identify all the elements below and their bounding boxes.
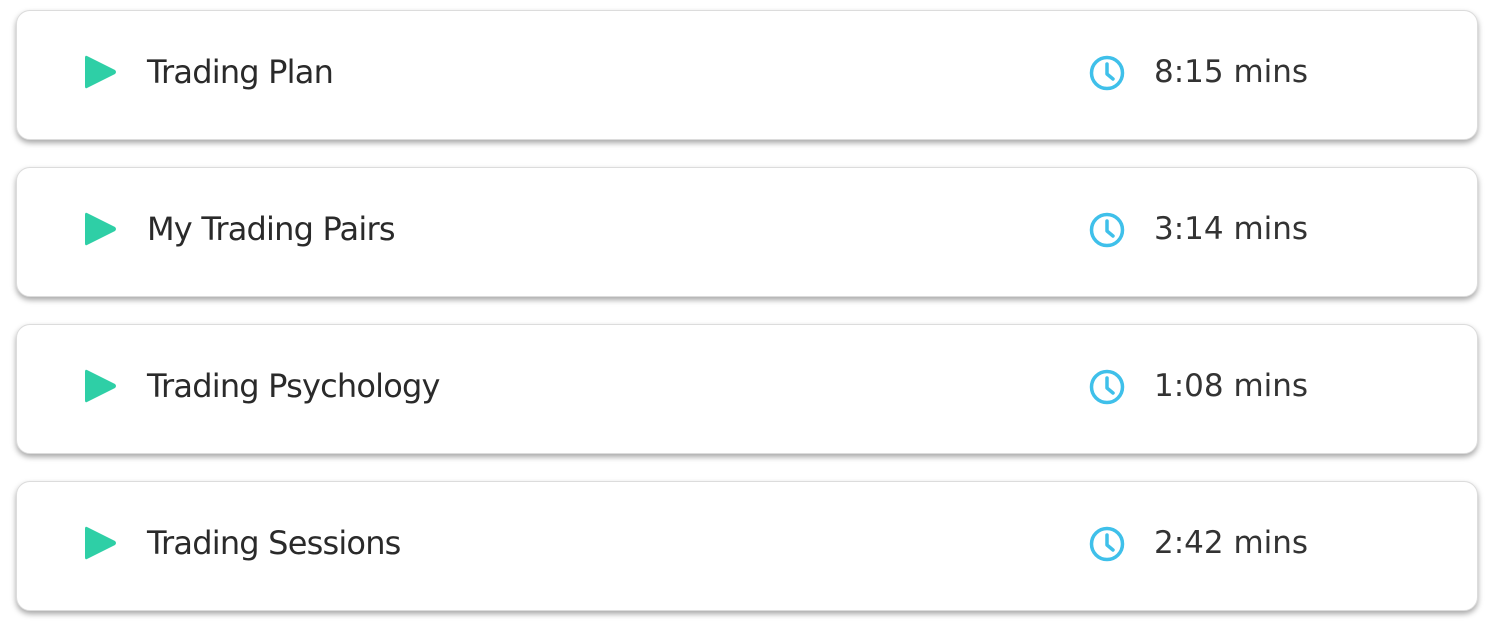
- play-icon[interactable]: [84, 525, 118, 561]
- lesson-card[interactable]: Trading Plan 8:15 mins: [16, 10, 1478, 140]
- play-icon[interactable]: [84, 54, 118, 90]
- lesson-card[interactable]: Trading Sessions 2:42 mins: [16, 481, 1478, 611]
- lesson-title: Trading Sessions: [147, 524, 401, 562]
- clock-icon: [1089, 526, 1125, 562]
- lesson-duration: 3:14 mins: [1154, 211, 1309, 247]
- lesson-duration: 1:08 mins: [1154, 368, 1309, 404]
- clock-icon: [1089, 212, 1125, 248]
- lesson-duration: 2:42 mins: [1154, 525, 1309, 561]
- play-icon[interactable]: [84, 211, 118, 247]
- clock-icon: [1089, 369, 1125, 405]
- lesson-title: My Trading Pairs: [147, 210, 395, 248]
- lesson-list: Trading Plan 8:15 mins My Trading Pairs …: [16, 10, 1478, 611]
- lesson-title: Trading Plan: [147, 53, 334, 91]
- lesson-card[interactable]: Trading Psychology 1:08 mins: [16, 324, 1478, 454]
- lesson-title: Trading Psychology: [147, 367, 441, 405]
- play-icon[interactable]: [84, 368, 118, 404]
- clock-icon: [1089, 55, 1125, 91]
- lesson-card[interactable]: My Trading Pairs 3:14 mins: [16, 167, 1478, 297]
- lesson-duration: 8:15 mins: [1154, 54, 1309, 90]
